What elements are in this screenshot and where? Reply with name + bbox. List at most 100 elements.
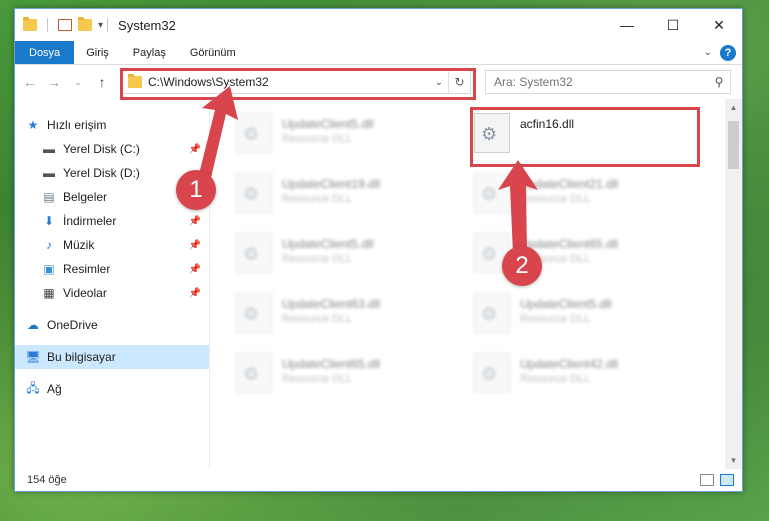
sidebar-item-music[interactable]: ♪ Müzik 📌 — [15, 233, 209, 257]
list-item[interactable]: ⚙ UpdateClient65.dll Resource DLL — [236, 353, 466, 403]
file-name: UpdateClient42.dll — [520, 357, 619, 371]
quick-access-toolbar: ▾ — [23, 17, 103, 32]
sidebar-item-label: Ağ — [47, 382, 62, 396]
address-bar[interactable]: C:\Windows\System32 ⌄ ↻ — [121, 70, 471, 94]
pin-icon[interactable]: 📌 — [189, 240, 201, 251]
file-type: Resource DLL — [282, 373, 353, 385]
minimize-button[interactable]: — — [604, 9, 650, 41]
sidebar-item-videos[interactable]: ▦ Videolar 📌 — [15, 281, 209, 305]
sidebar-item-local-disk-c[interactable]: ▬ Yerel Disk (C:) 📌 — [15, 137, 209, 161]
properties-icon[interactable] — [58, 19, 72, 31]
address-dropdown-icon[interactable]: ⌄ — [430, 77, 448, 88]
dll-file-icon: ⚙ — [236, 233, 272, 273]
drive-icon: ▬ — [43, 142, 55, 156]
sidebar-item-this-pc[interactable]: 🖥 Bu bilgisayar — [15, 345, 209, 369]
list-item[interactable]: ⚙ UpdateClient5.dll Resource DLL — [236, 233, 466, 283]
refresh-icon[interactable]: ↻ — [448, 71, 470, 93]
list-item[interactable]: ⚙ UpdateClient42.dll Resource DLL — [474, 353, 704, 403]
sidebar-item-quick-access[interactable]: ★ Hızlı erişim — [15, 113, 209, 137]
recent-locations-chevron-icon[interactable]: ⌄ — [69, 77, 87, 88]
file-name: UpdateClient65.dll — [282, 357, 381, 371]
list-item[interactable]: ⚙ UpdateClient21.dll Resource DLL — [474, 173, 704, 223]
sidebar-item-label: Resimler — [63, 262, 111, 276]
list-item[interactable]: ⚙ UpdateClient19.dll Resource DLL — [236, 173, 466, 223]
pictures-icon: ▣ — [43, 262, 55, 276]
step-marker-two: 2 — [502, 246, 542, 286]
file-type: Resource DLL — [520, 373, 591, 385]
navigation-pane: ★ Hızlı erişim ▬ Yerel Disk (C:) 📌 ▬ Yer… — [15, 99, 210, 469]
pin-icon[interactable]: 📌 — [189, 216, 201, 227]
title-bar: ▾ System32 — ☐ ✕ — [15, 9, 742, 41]
sidebar-item-label: Bu bilgisayar — [47, 350, 116, 364]
drive-icon: ▬ — [43, 166, 55, 180]
dll-file-icon: ⚙ — [474, 113, 510, 153]
customize-toolbar-icon[interactable]: ▾ — [98, 20, 103, 31]
file-type: Resource DLL — [282, 253, 353, 265]
sidebar-item-onedrive[interactable]: ☁ OneDrive — [15, 313, 209, 337]
window-controls: — ☐ ✕ — [604, 9, 742, 41]
pin-icon[interactable]: 📌 — [189, 264, 201, 275]
file-name: UpdateClient65.dll — [520, 237, 619, 251]
dll-file-icon: ⚙ — [236, 113, 272, 153]
expand-ribbon-icon[interactable]: ⌄ — [704, 47, 712, 58]
file-type: Resource DLL — [520, 313, 591, 325]
scroll-down-icon[interactable]: ▼ — [725, 452, 742, 469]
maximize-button[interactable]: ☐ — [650, 9, 696, 41]
scrollbar-thumb[interactable] — [728, 121, 739, 169]
sidebar-item-downloads[interactable]: ⬇ İndirmeler 📌 — [15, 209, 209, 233]
item-count: 154 öğe — [27, 474, 67, 486]
tab-paylas[interactable]: Paylaş — [121, 41, 178, 64]
file-type: Resource DLL — [520, 193, 591, 205]
close-button[interactable]: ✕ — [696, 9, 742, 41]
dll-file-icon: ⚙ — [236, 353, 272, 393]
folder-icon[interactable] — [23, 17, 37, 31]
address-path[interactable]: C:\Windows\System32 — [148, 75, 269, 89]
tab-dosya[interactable]: Dosya — [15, 41, 75, 64]
sidebar-item-network[interactable]: 🖧 Ağ — [15, 377, 209, 401]
ribbon-tabs: Dosya Giriş Paylaş Görünüm ⌄ ? — [15, 41, 742, 65]
music-icon: ♪ — [46, 238, 52, 252]
dll-file-icon: ⚙ — [474, 173, 510, 213]
pin-icon[interactable]: 📌 — [189, 288, 201, 299]
sidebar-item-label: Hızlı erişim — [47, 118, 107, 132]
separator — [47, 18, 48, 32]
file-name: UpdateClient5.dll — [282, 237, 374, 251]
sidebar-item-label: Belgeler — [63, 190, 108, 204]
help-icon[interactable]: ? — [720, 44, 736, 61]
list-item[interactable]: ⚙ UpdateClient63.dll Resource DLL — [236, 293, 466, 343]
details-view-icon[interactable] — [700, 474, 714, 486]
forward-arrow-icon[interactable]: → — [45, 74, 63, 90]
main-area: ★ Hızlı erişim ▬ Yerel Disk (C:) 📌 ▬ Yer… — [15, 99, 742, 469]
list-item[interactable]: ⚙ UpdateClient5.dll Resource DLL — [236, 113, 466, 163]
new-folder-icon[interactable] — [78, 17, 92, 31]
large-icons-view-icon[interactable] — [720, 474, 734, 486]
sidebar-item-label: OneDrive — [47, 318, 98, 332]
search-icon[interactable]: ⚲ — [708, 75, 730, 89]
address-row: ← → ⌄ ↑ C:\Windows\System32 ⌄ ↻ ⚲ — [15, 65, 742, 99]
file-name: UpdateClient19.dll — [282, 177, 381, 191]
highlighted-file-item[interactable]: ⚙ acfin16.dll — [474, 113, 704, 163]
dll-file-icon: ⚙ — [474, 353, 510, 393]
sidebar-item-label: Yerel Disk (D:) — [63, 166, 140, 180]
pin-icon[interactable]: 📌 — [189, 144, 201, 155]
file-type: Resource DLL — [282, 133, 353, 145]
file-name: UpdateClient63.dll — [282, 297, 381, 311]
tab-giris[interactable]: Giriş — [74, 41, 121, 64]
separator — [107, 18, 109, 32]
dll-file-icon: ⚙ — [236, 173, 272, 213]
file-type: Resource DLL — [282, 193, 353, 205]
documents-icon: ▤ — [43, 190, 55, 204]
list-item[interactable]: ⚙ UpdateClient5.dll Resource DLL — [474, 293, 704, 343]
search-box[interactable]: ⚲ — [485, 70, 731, 94]
computer-icon: 🖥 — [25, 350, 41, 364]
scroll-up-icon[interactable]: ▲ — [725, 99, 742, 116]
sidebar-item-pictures[interactable]: ▣ Resimler 📌 — [15, 257, 209, 281]
up-arrow-icon[interactable]: ↑ — [93, 74, 111, 90]
star-icon: ★ — [27, 118, 39, 132]
search-input[interactable] — [494, 75, 708, 89]
tab-gorunum[interactable]: Görünüm — [178, 41, 248, 64]
vertical-scrollbar[interactable]: ▲ ▼ — [725, 99, 742, 469]
sidebar-item-label: Videolar — [63, 286, 107, 300]
back-arrow-icon[interactable]: ← — [21, 74, 39, 90]
download-icon: ⬇ — [43, 214, 55, 228]
